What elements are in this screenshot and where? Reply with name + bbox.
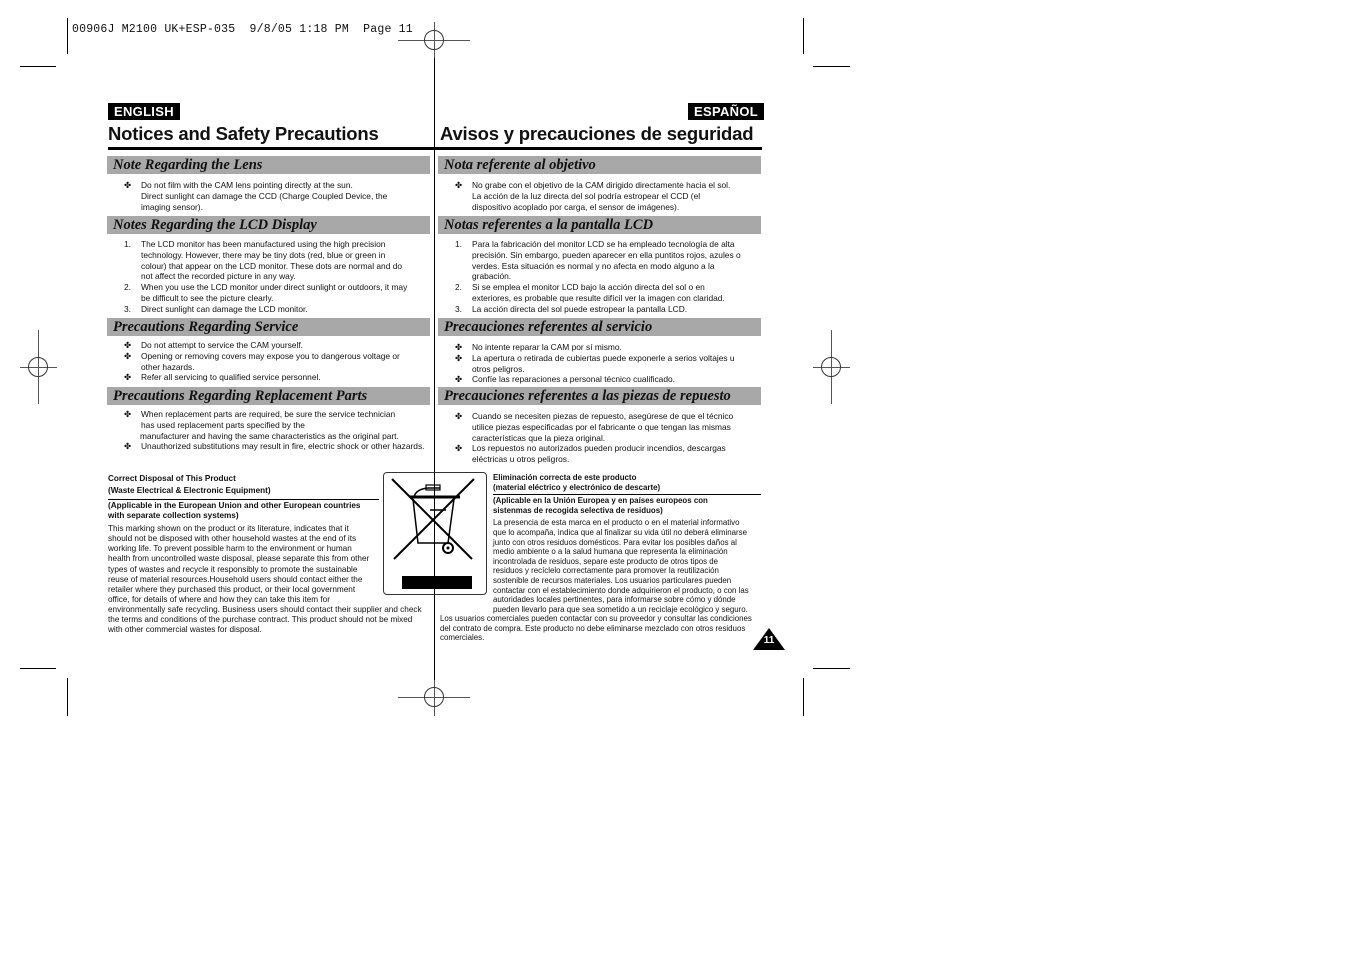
disposal-notice-spanish-tail: Los usuarios comerciales pueden contacta…	[440, 614, 752, 643]
page-title-spanish: Avisos y precauciones de seguridad	[440, 123, 754, 144]
section-heading-replacement-parts: Precautions Regarding Replacement Parts	[107, 387, 430, 405]
crop-mark	[813, 66, 850, 67]
title-rule	[108, 147, 434, 150]
piezas-repuesto-notes: ✤ Cuando se necesiten piezas de repuesto,…	[455, 411, 734, 465]
disposal-notice-spanish: Eliminación correcta de este producto (m…	[493, 473, 768, 614]
lcd-notes: 1. The LCD monitor has been manufactured …	[124, 239, 408, 314]
section-heading-lens: Note Regarding the Lens	[107, 156, 430, 174]
section-heading-piezas-repuesto: Precauciones referentes a las piezas de …	[438, 387, 761, 405]
section-heading-servicio: Precauciones referentes al servicio	[438, 318, 761, 336]
crop-mark	[20, 668, 56, 669]
page-title-english: Notices and Safety Precautions	[108, 123, 379, 144]
page-number: 11	[763, 635, 775, 646]
print-slug: 00906J M2100 UK+ESP-035 9/8/05 1:18 PM P…	[72, 23, 413, 36]
title-rule	[434, 147, 762, 150]
crop-mark	[20, 66, 56, 67]
crop-mark	[67, 18, 68, 54]
section-heading-pantalla-lcd: Notas referentes a la pantalla LCD	[438, 216, 761, 234]
service-notes: ✤ Do not attempt to service the CAM yours…	[124, 340, 400, 383]
servicio-notes: ✤ No intente reparar la CAM por sí mismo.…	[455, 342, 735, 385]
pantalla-lcd-notes: 1. Para la fabricación del monitor LCD se…	[455, 239, 741, 314]
crop-mark	[803, 678, 804, 716]
replacement-parts-notes: ✤ When replacement parts are required, be…	[124, 409, 425, 452]
section-heading-lcd: Notes Regarding the LCD Display	[107, 216, 430, 234]
section-heading-service: Precautions Regarding Service	[107, 318, 430, 336]
crop-mark	[803, 18, 804, 54]
crop-mark	[813, 668, 850, 669]
lens-notes: ✤ Do not film with the CAM lens pointing …	[124, 180, 388, 212]
language-badge-spanish: ESPAÑOL	[688, 103, 764, 120]
section-heading-objetivo: Nota referente al objetivo	[438, 156, 761, 174]
objetivo-notes: ✤ No grabe con el objetivo de la CAM diri…	[455, 180, 731, 212]
crop-mark	[67, 678, 68, 716]
bullet-icon: ✤	[124, 180, 132, 190]
crossed-out-wheelie-bin-icon	[383, 472, 487, 595]
language-badge-english: ENGLISH	[108, 103, 180, 120]
